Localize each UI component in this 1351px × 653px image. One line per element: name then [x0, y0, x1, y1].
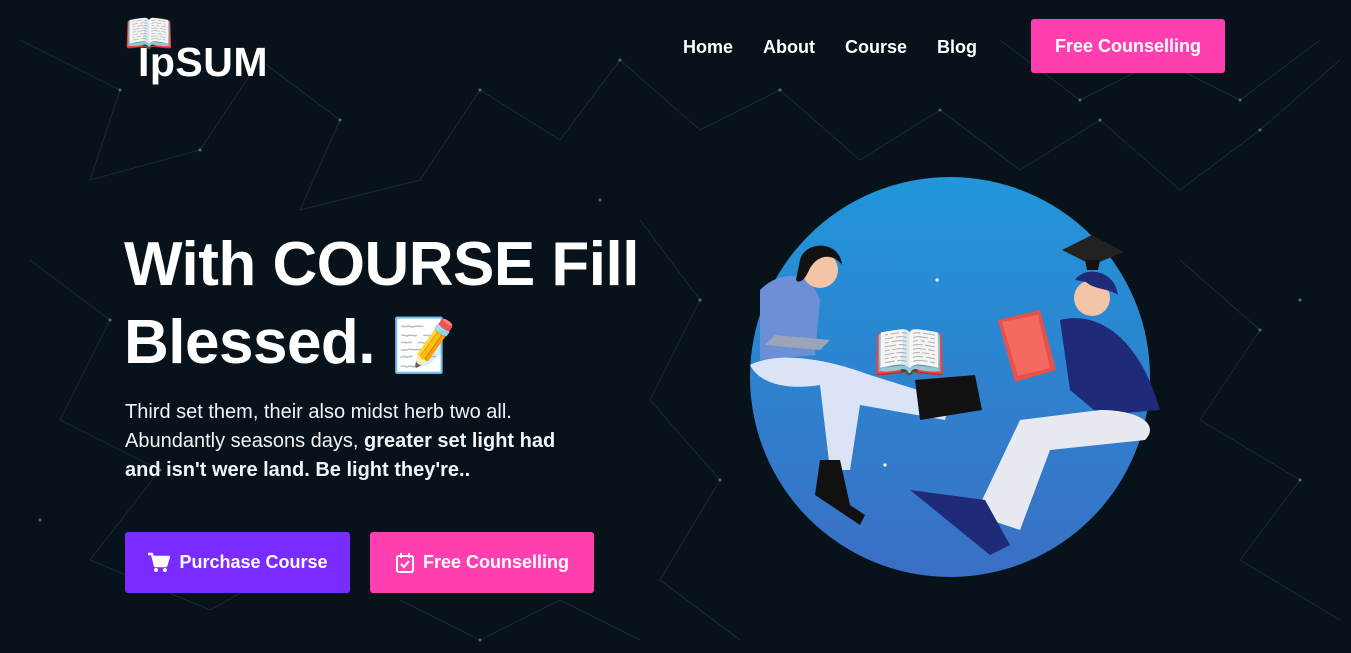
- nav-item-home[interactable]: Home: [683, 36, 733, 58]
- memo-icon: 📝: [391, 317, 457, 375]
- free-counselling-label: Free Counselling: [422, 552, 570, 572]
- logo[interactable]: 📖 IpSUM: [124, 12, 284, 85]
- brand-name: IpSUM: [138, 39, 269, 85]
- purchase-course-button[interactable]: Purchase Course: [125, 532, 350, 593]
- hero-title-line1: With COURSE Fill: [124, 230, 639, 299]
- free-counselling-button[interactable]: Free Counselling: [370, 532, 594, 593]
- free-counselling-nav-button[interactable]: Free Counselling: [1031, 19, 1225, 73]
- calendar-check-icon: [395, 552, 414, 573]
- hero-illustration: [750, 177, 1160, 577]
- purchase-course-label: Purchase Course: [179, 552, 328, 572]
- cart-icon: [148, 552, 171, 572]
- floating-book-icon: 📖: [872, 319, 947, 386]
- main-nav: Home About Course Blog: [683, 36, 977, 58]
- nav-item-blog[interactable]: Blog: [937, 36, 977, 58]
- hero-description: Third set them, their also midst herb tw…: [125, 398, 595, 485]
- hero-title-line2: Blessed.: [124, 308, 376, 377]
- nav-item-about[interactable]: About: [763, 36, 815, 58]
- nav-item-course[interactable]: Course: [845, 36, 907, 58]
- hero-title: With COURSE Fill Blessed. 📝: [124, 226, 684, 385]
